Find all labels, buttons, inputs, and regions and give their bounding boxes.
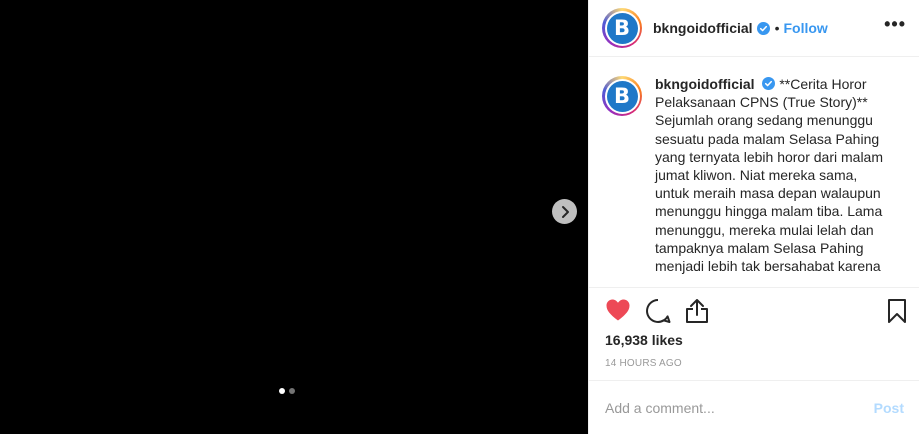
like-count[interactable]: 16,938 likes: [605, 332, 683, 348]
verified-badge-icon: [756, 21, 770, 35]
chevron-right-icon: [561, 205, 569, 218]
bookmark-icon: [888, 299, 906, 323]
share-icon: [686, 299, 708, 323]
comment-form: Post: [589, 380, 919, 434]
heart-filled-icon: [606, 299, 630, 321]
carousel-next-button[interactable]: [552, 199, 577, 224]
post-comment-button[interactable]: Post: [874, 400, 904, 416]
follow-button[interactable]: Follow: [783, 20, 827, 36]
comment-button[interactable]: [645, 298, 671, 329]
avatar-logo: B: [606, 80, 638, 112]
comment-input[interactable]: [605, 399, 874, 416]
post-side-panel: B bkngoidofficial • Follow ••• B bkngoid…: [588, 0, 919, 434]
post-header: B bkngoidofficial • Follow •••: [589, 0, 919, 57]
verified-badge-icon: [762, 77, 776, 90]
more-options-button[interactable]: •••: [884, 14, 906, 35]
carousel-dot: [279, 388, 285, 394]
caption-text: **Cerita Horor Pelaksanaan CPNS (True St…: [655, 76, 887, 275]
post-media[interactable]: [0, 0, 588, 434]
caption: bkngoidofficial **Cerita Horor Pelaksana…: [655, 75, 895, 287]
caption-area: B bkngoidofficial **Cerita Horor Pelaksa…: [589, 57, 919, 287]
avatar-logo: B: [606, 12, 638, 44]
carousel-indicator: [279, 388, 295, 394]
username-link[interactable]: bkngoidofficial: [653, 20, 753, 36]
separator-dot: •: [774, 20, 780, 36]
post-timestamp[interactable]: 14 HOURS AGO: [605, 358, 682, 369]
like-button[interactable]: [605, 298, 631, 327]
carousel-dot: [289, 388, 295, 394]
avatar[interactable]: B: [602, 8, 642, 48]
caption-avatar[interactable]: B: [602, 76, 642, 116]
share-button[interactable]: [685, 298, 709, 329]
action-bar: [589, 287, 919, 335]
save-button[interactable]: [887, 298, 907, 329]
comment-icon: [646, 299, 671, 323]
caption-username[interactable]: bkngoidofficial: [655, 76, 755, 92]
